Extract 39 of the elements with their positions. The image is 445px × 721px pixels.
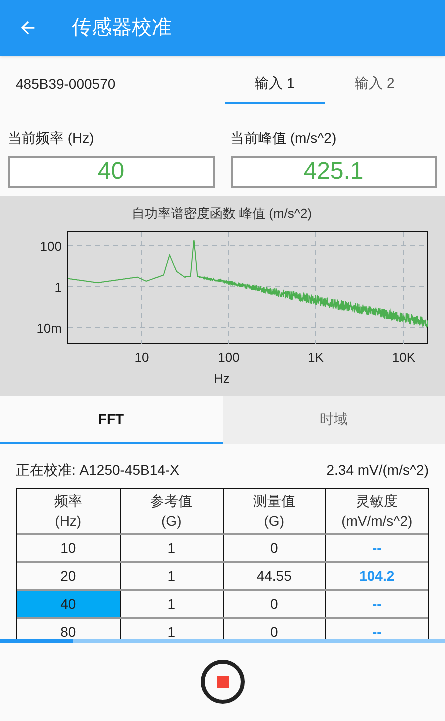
stop-icon — [216, 676, 228, 688]
input-tab[interactable]: 输入 1 — [225, 64, 325, 104]
app-bar-title: 传感器校准 — [72, 16, 172, 41]
x-tick-label: 10 — [134, 350, 150, 365]
table-cell-text: 10 — [60, 539, 78, 558]
table-cell-text: 80 — [60, 623, 78, 639]
y-tick-label: 100 — [40, 239, 62, 254]
view-tab[interactable]: 时域 — [222, 396, 445, 444]
column-header: 频率 (Hz) — [17, 489, 120, 535]
stop-button[interactable] — [200, 660, 244, 704]
readout-value: 40 — [8, 156, 214, 188]
table-cell: 0 — [222, 535, 326, 561]
table-cell: 44.55 — [222, 563, 326, 589]
calibrating-sensor: 正在校准: A1250-45B14-X — [16, 461, 180, 480]
readout-label: 当前频率 (Hz) — [8, 129, 96, 148]
column-header: 灵敏度 (mV/m/s^2) — [325, 489, 428, 535]
x-tick-label: 10K — [392, 350, 416, 365]
table-cell: 0 — [222, 591, 326, 617]
table-cell-text: 20 — [60, 567, 78, 586]
x-axis-label: Hz — [214, 371, 230, 386]
column-header: 参考值 (G) — [120, 489, 222, 535]
readout-value: 425.1 — [230, 156, 437, 188]
input-tab[interactable]: 输入 2 — [325, 64, 425, 104]
x-tick-label: 1K — [308, 350, 324, 365]
table-cell: 1 — [120, 535, 222, 561]
table-cell: -- — [325, 591, 428, 617]
table-cell: 1 — [120, 591, 222, 617]
table-cell: 40 — [17, 591, 120, 617]
chart-title: 自功率谱密度函数 峰值 (m/s^2) — [132, 206, 312, 221]
table-cell: 104.2 — [325, 563, 428, 589]
device-serial: 485B39-000570 — [16, 75, 117, 94]
table-cell: 1 — [120, 563, 222, 589]
y-tick-label: 10m — [36, 321, 62, 336]
readout-label: 当前峰值 (m/s^2) — [230, 129, 338, 148]
x-tick-label: 100 — [218, 350, 240, 365]
y-tick-label: 1 — [54, 280, 62, 295]
table-cell: -- — [325, 535, 428, 561]
sensitivity-value: 2.34 mV/(m/s^2) — [326, 461, 429, 480]
column-header: 测量值 (G) — [222, 489, 326, 535]
